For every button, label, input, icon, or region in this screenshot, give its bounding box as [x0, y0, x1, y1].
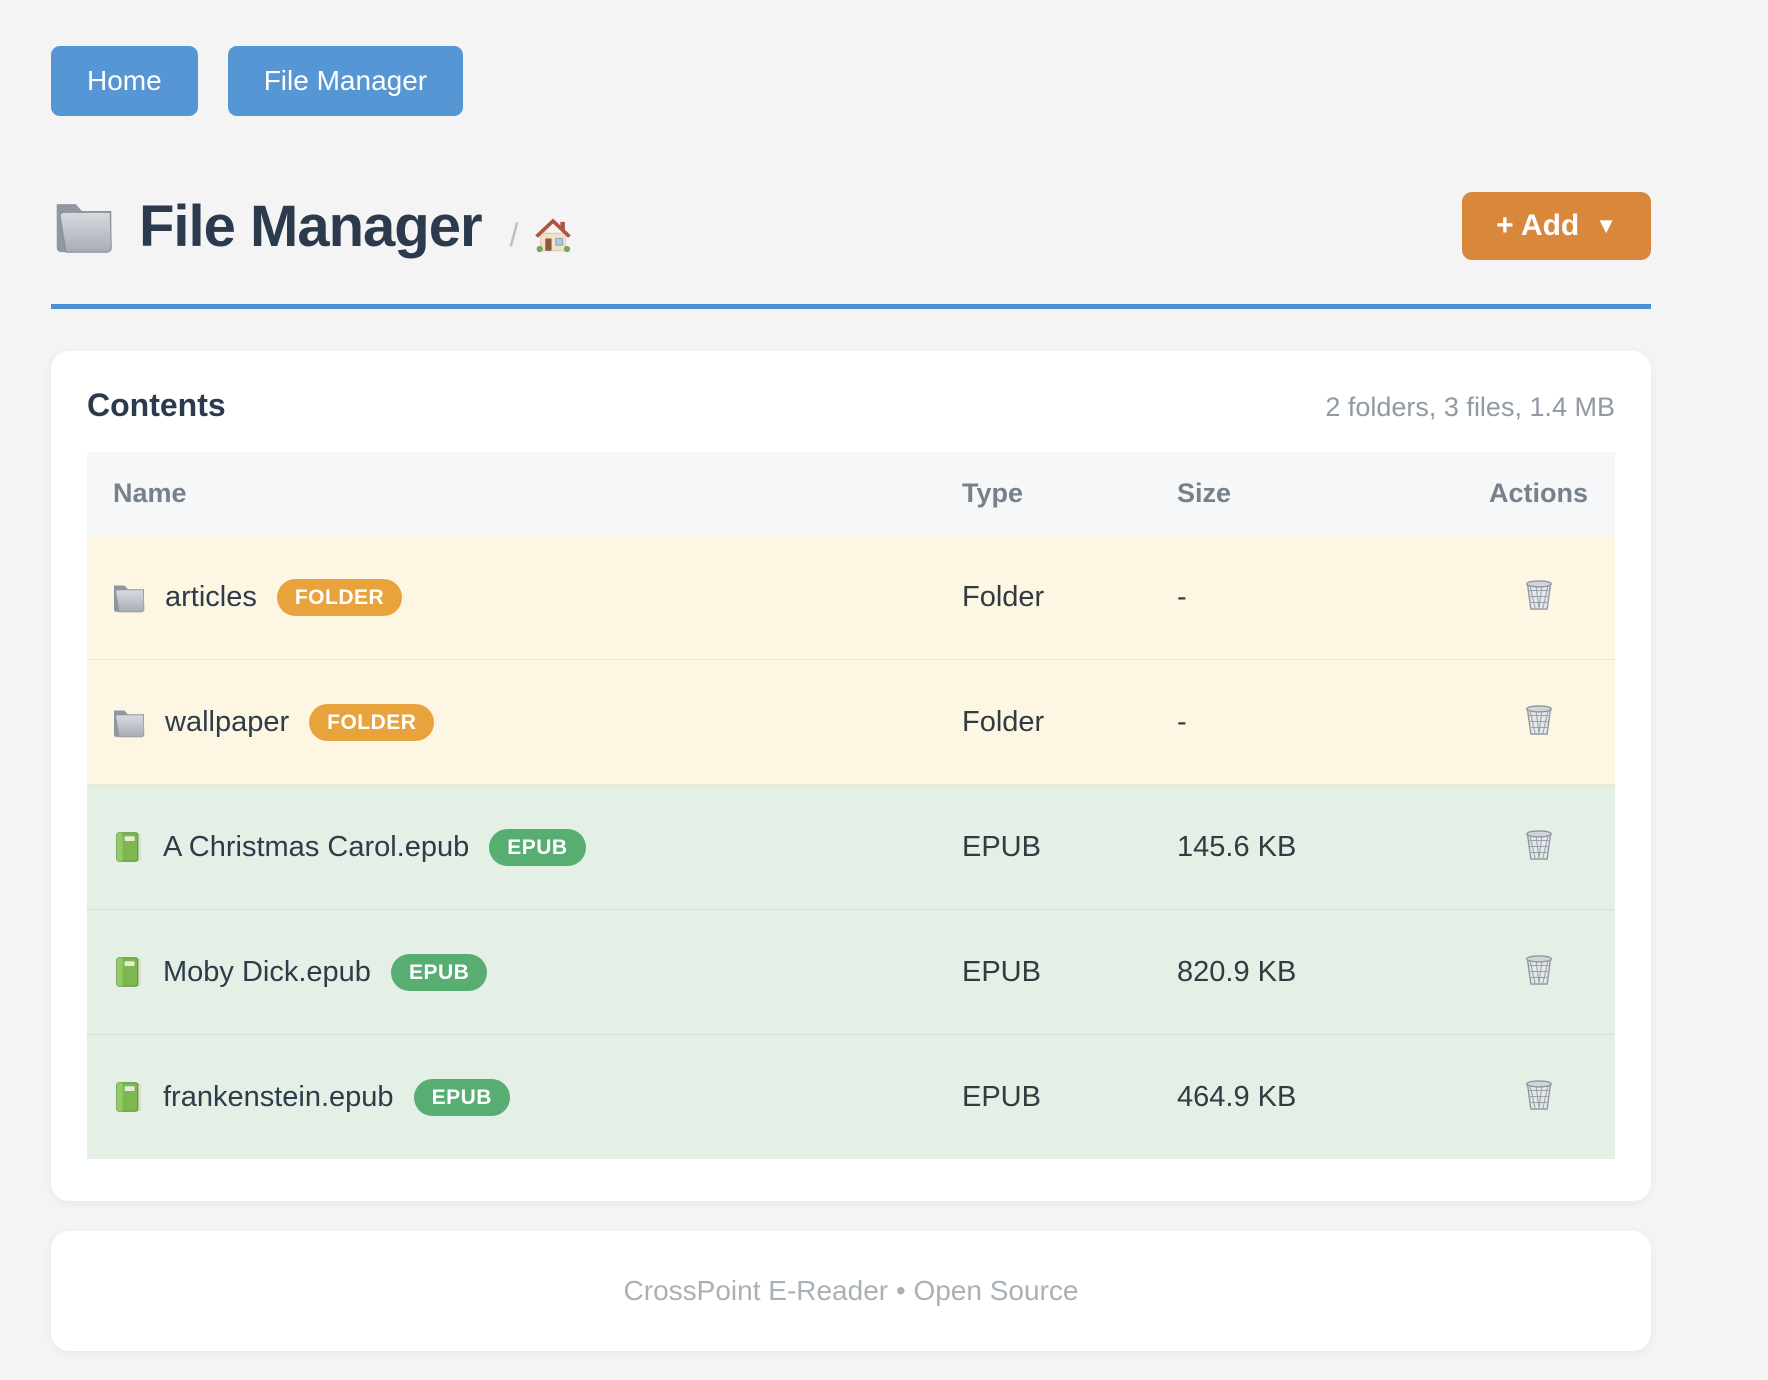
file-type: EPUB	[950, 1035, 1165, 1160]
file-type: Folder	[950, 660, 1165, 785]
file-name[interactable]: frankenstein.epub	[163, 1081, 394, 1114]
type-badge: FOLDER	[277, 579, 402, 616]
type-badge: EPUB	[489, 829, 585, 866]
trash-icon	[1521, 1077, 1557, 1113]
folder-icon	[111, 581, 147, 614]
contents-card: Contents 2 folders, 3 files, 1.4 MB Name…	[51, 351, 1651, 1201]
header-divider	[51, 304, 1651, 309]
type-badge: EPUB	[414, 1079, 510, 1116]
contents-title: Contents	[87, 387, 226, 424]
delete-button[interactable]	[1517, 698, 1561, 742]
trash-icon	[1521, 952, 1557, 988]
delete-button[interactable]	[1517, 1073, 1561, 1117]
delete-button[interactable]	[1517, 823, 1561, 867]
page-title: File Manager	[139, 193, 482, 260]
contents-summary: 2 folders, 3 files, 1.4 MB	[1325, 392, 1615, 423]
file-name[interactable]: A Christmas Carol.epub	[163, 831, 469, 864]
home-house-icon[interactable]	[532, 214, 574, 256]
delete-button[interactable]	[1517, 573, 1561, 617]
file-table: Name Type Size Actions articles FOLDER F…	[87, 452, 1615, 1159]
file-manager-button[interactable]: File Manager	[228, 46, 463, 116]
file-size: 464.9 KB	[1165, 1035, 1450, 1160]
trash-icon	[1521, 702, 1557, 738]
table-row: wallpaper FOLDER Folder -	[87, 660, 1615, 785]
delete-button[interactable]	[1517, 948, 1561, 992]
folder-icon	[111, 706, 147, 739]
file-type: EPUB	[950, 910, 1165, 1035]
breadcrumb: /	[510, 214, 575, 256]
file-name[interactable]: wallpaper	[165, 706, 289, 739]
green-book-icon	[111, 955, 145, 989]
table-row: frankenstein.epub EPUB EPUB 464.9 KB	[87, 1035, 1615, 1160]
type-badge: EPUB	[391, 954, 487, 991]
top-nav: Home File Manager	[51, 46, 1651, 116]
table-row: articles FOLDER Folder -	[87, 535, 1615, 660]
green-book-icon	[111, 1080, 145, 1114]
column-header-size: Size	[1165, 452, 1450, 535]
file-name[interactable]: articles	[165, 581, 257, 614]
file-size: 820.9 KB	[1165, 910, 1450, 1035]
file-name[interactable]: Moby Dick.epub	[163, 956, 371, 989]
add-button-label: + Add	[1496, 211, 1579, 241]
folder-icon	[51, 196, 117, 256]
home-button[interactable]: Home	[51, 46, 198, 116]
table-header-row: Name Type Size Actions	[87, 452, 1615, 535]
page-header: File Manager / + Add ▼	[51, 170, 1651, 282]
table-row: Moby Dick.epub EPUB EPUB 820.9 KB	[87, 910, 1615, 1035]
column-header-name: Name	[87, 452, 950, 535]
file-type: Folder	[950, 535, 1165, 660]
file-type: EPUB	[950, 785, 1165, 910]
trash-icon	[1521, 827, 1557, 863]
file-size: -	[1165, 660, 1450, 785]
file-size: 145.6 KB	[1165, 785, 1450, 910]
footer: CrossPoint E-Reader • Open Source	[51, 1231, 1651, 1351]
type-badge: FOLDER	[309, 704, 434, 741]
chevron-down-icon: ▼	[1595, 215, 1617, 237]
table-row: A Christmas Carol.epub EPUB EPUB 145.6 K…	[87, 785, 1615, 910]
page: Home File Manager File Manager / + Add ▼…	[51, 0, 1651, 1351]
column-header-actions: Actions	[1450, 452, 1615, 535]
breadcrumb-separator: /	[510, 217, 519, 254]
file-size: -	[1165, 535, 1450, 660]
column-header-type: Type	[950, 452, 1165, 535]
footer-text: CrossPoint E-Reader • Open Source	[624, 1275, 1079, 1307]
trash-icon	[1521, 577, 1557, 613]
green-book-icon	[111, 830, 145, 864]
add-button[interactable]: + Add ▼	[1462, 192, 1651, 260]
